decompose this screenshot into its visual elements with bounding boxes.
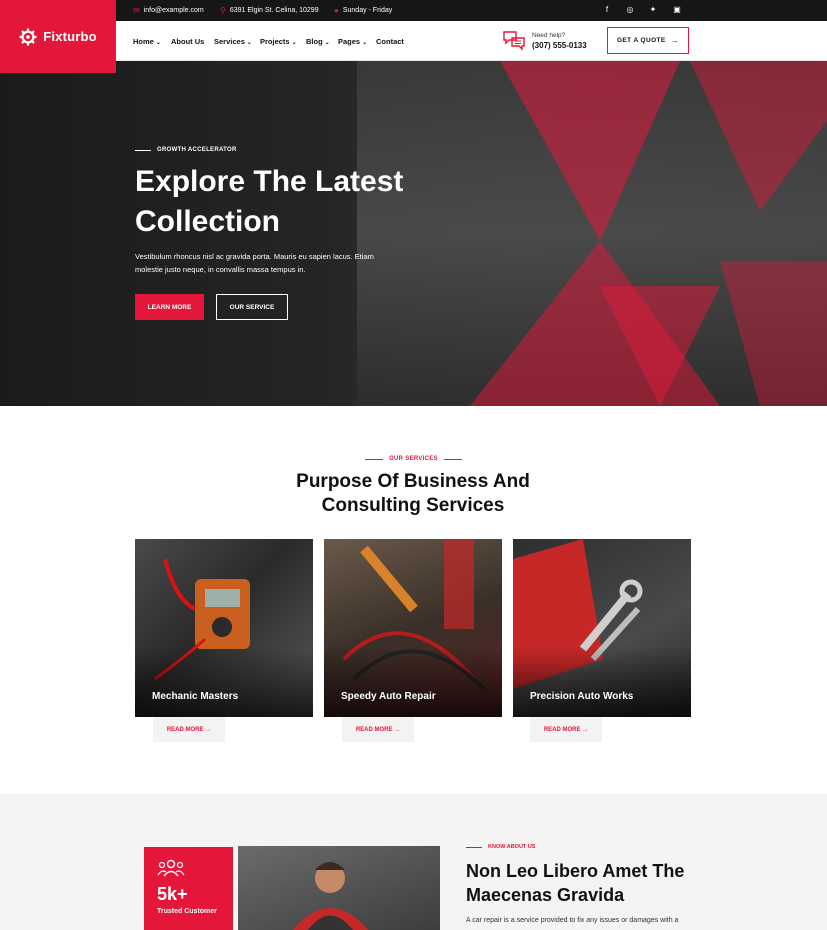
nav-item-blog[interactable]: Blog ⌄ xyxy=(306,37,330,46)
stat-value: 5k+ xyxy=(157,884,188,904)
arrow-right-icon: → xyxy=(205,726,212,733)
read-more-link[interactable]: READ MORE → xyxy=(153,717,225,742)
linkedin-icon[interactable]: ▣ xyxy=(671,5,683,14)
main-navigation: Home ⌄ About Us Services ⌄ Projects ⌄ Blog ⌄… xyxy=(116,21,827,61)
hero-lead: Vestibulum rhoncus nisl ac gravida porta… xyxy=(135,252,374,274)
about-title: Non Leo Libero Amet The Maecenas Gravida xyxy=(466,861,685,905)
nav-item-projects[interactable]: Projects ⌄ xyxy=(260,37,297,46)
stat-label: Trusted Customer xyxy=(157,908,217,915)
nav-item-pages[interactable]: Pages ⌄ xyxy=(338,37,367,46)
nav-item-home[interactable]: Home ⌄ xyxy=(133,37,161,46)
help-label: Need help? xyxy=(532,32,566,39)
twitter-icon[interactable]: ✦ xyxy=(647,5,659,14)
services-title: Purpose Of Business And Consulting Servi… xyxy=(296,471,530,516)
nav-item-services[interactable]: Services ⌄ xyxy=(214,37,252,46)
our-service-button[interactable]: OUR SERVICE xyxy=(216,294,288,320)
chevron-down-icon: ⌄ xyxy=(246,40,252,46)
learn-more-button[interactable]: LEARN MORE xyxy=(135,294,204,320)
service-card-mechanic[interactable]: Mechanic Masters xyxy=(135,539,313,717)
facebook-icon[interactable]: f xyxy=(601,5,613,14)
card-title: Mechanic Masters xyxy=(152,691,239,702)
arrow-right-icon: → xyxy=(582,726,589,733)
get-quote-button[interactable]: GET A QUOTE → xyxy=(607,27,689,54)
clock-icon: ● xyxy=(334,6,339,15)
email-link[interactable]: ✉ info@example.com xyxy=(133,6,204,15)
hero-title: Explore The Latest Collection xyxy=(135,165,404,238)
address-info: ⚲ 6391 Elgin St. Celina, 10299 xyxy=(220,6,319,15)
hours-info: ● Sunday - Friday xyxy=(334,6,393,15)
read-more-link[interactable]: READ MORE → xyxy=(530,717,602,742)
services-eyebrow: OUR SERVICES xyxy=(0,456,827,462)
chevron-down-icon: ⌄ xyxy=(362,40,368,46)
nav-item-contact[interactable]: Contact xyxy=(376,37,404,46)
about-text: A car repair is a service provided to fi… xyxy=(466,917,679,924)
users-icon xyxy=(157,859,185,877)
arrow-right-icon: → xyxy=(394,726,401,733)
instagram-icon[interactable]: ◎ xyxy=(624,5,636,14)
help-contact[interactable]: Need help? (307) 555-0133 xyxy=(502,30,587,52)
nav-item-about[interactable]: About Us xyxy=(171,37,204,46)
top-info-bar: ✉ info@example.com ⚲ 6391 Elgin St. Celina… xyxy=(116,0,827,21)
location-pin-icon: ⚲ xyxy=(220,6,226,15)
chat-bubble-icon xyxy=(503,31,525,51)
card-title: Speedy Auto Repair xyxy=(341,691,436,702)
read-more-link[interactable]: READ MORE → xyxy=(342,717,414,742)
brand-name: Fixturbo xyxy=(43,29,97,44)
customers-stat-card: 5k+ Trusted Customer xyxy=(144,847,233,930)
service-card-precision[interactable]: Precision Auto Works xyxy=(513,539,691,717)
mail-icon: ✉ xyxy=(133,6,140,15)
arrow-right-icon: → xyxy=(670,36,680,45)
mechanic-photo xyxy=(238,846,440,930)
card-title: Precision Auto Works xyxy=(530,691,634,702)
hero-banner: GROWTH ACCELERATOR Explore The Latest Co… xyxy=(0,61,827,406)
hero-eyebrow: GROWTH ACCELERATOR xyxy=(135,147,237,153)
help-phone[interactable]: (307) 555-0133 xyxy=(532,41,587,50)
service-card-speedy[interactable]: Speedy Auto Repair xyxy=(324,539,502,717)
brand-logo[interactable]: Fixturbo xyxy=(0,0,116,73)
chevron-down-icon: ⌄ xyxy=(324,40,330,46)
chevron-down-icon: ⌄ xyxy=(155,40,161,46)
about-eyebrow: KNOW ABOUT US xyxy=(466,844,535,850)
gear-icon xyxy=(19,27,37,46)
chevron-down-icon: ⌄ xyxy=(291,40,297,46)
